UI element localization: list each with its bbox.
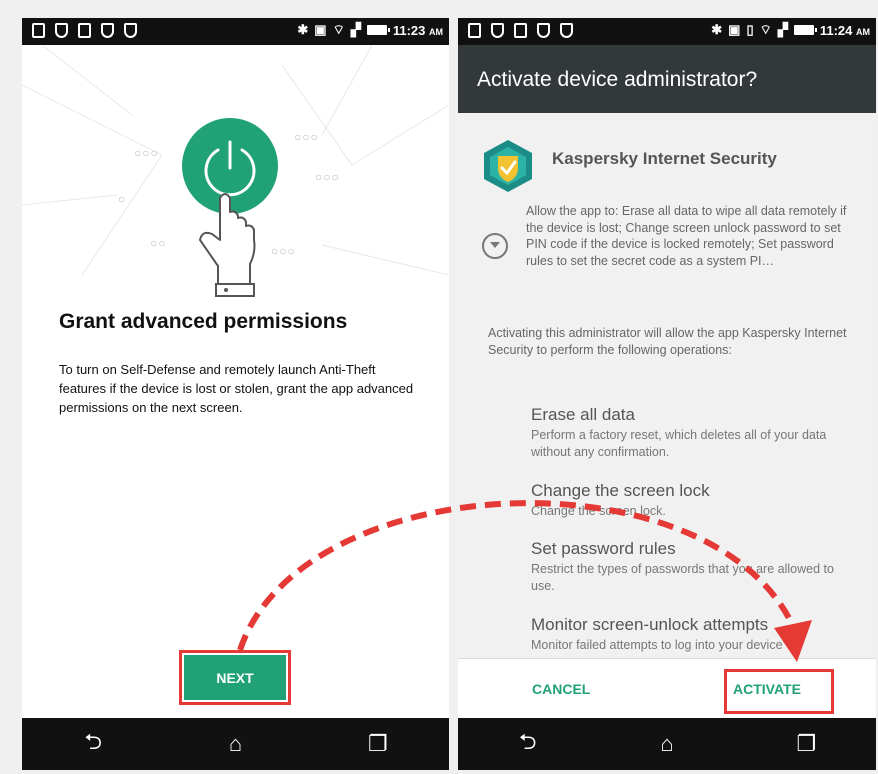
vibrate-icon: ▯ [746,22,754,37]
home-icon[interactable]: ⌂ [205,731,265,757]
nfc-icon: ▣ [728,22,741,37]
back-icon[interactable]: ⮌ [498,725,558,763]
dialog-actions: CANCEL ACTIVATE [458,658,876,719]
decor-dots: ○○○ [315,170,340,184]
operation-title: Erase all data [531,405,635,424]
operation-item: Set password rules Restrict the types of… [531,539,861,595]
expand-icon[interactable] [482,233,508,259]
decor-dots: ○○○ [294,130,319,144]
operation-title: Set password rules [531,539,676,558]
pointing-hand-icon [199,193,256,297]
decor-dots: ○ [118,192,127,206]
shield-check-icon [537,23,550,38]
book-icon [78,23,91,38]
nav-bar: ⮌ ⌂ ❐ [22,718,449,770]
dialog-header: Activate device administrator? [458,45,876,113]
shield-check-icon [101,23,114,38]
activating-description: Activating this administrator will allow… [488,326,847,357]
shield-icon [55,23,68,38]
dialog-body: Kaspersky Internet Security Allow the ap… [458,113,876,658]
phone-screen-left: ✱ ▣ ⌔ ▞ 11:23 AM ○○○ ○○○ ○○○ ○○ ○○○ ○ Gr… [22,18,449,770]
operation-title: Change the screen lock [531,481,710,500]
signal-icon: ▞ [350,22,361,37]
decor-dots: ○○○ [271,244,296,258]
cancel-button[interactable]: CANCEL [532,681,590,697]
wifi-icon: ⌔ [759,22,772,37]
clock: 11:23 AM [392,22,443,38]
operation-item: Erase all data Perform a factory reset, … [531,405,861,461]
decor-dots: ○○ [150,236,167,250]
permissions-description: To turn on Self-Defense and remotely lau… [59,362,414,415]
status-bar: ✱ ▣ ⌔ ▞ 11:23 AM [22,18,449,45]
page-title: Grant advanced permissions [59,310,348,333]
operation-item: Monitor screen-unlock attempts Monitor f… [531,615,861,654]
bluetooth-icon: ✱ [297,22,309,37]
nfc-icon: ▣ [314,22,327,37]
recents-icon[interactable]: ❐ [348,731,408,757]
book-icon [514,23,527,38]
nav-bar: ⮌ ⌂ ❐ [458,718,876,770]
shield-check-icon [560,23,573,38]
dialog-title: Activate device administrator? [477,68,758,91]
decor-dots: ○○○ [134,146,159,160]
shield-icon [491,23,504,38]
signal-icon: ▞ [777,22,788,37]
battery-icon [366,25,390,35]
app-name: Kaspersky Internet Security [552,149,777,168]
operation-desc: Monitor failed attempts to log into your… [531,638,783,652]
next-button[interactable]: NEXT [184,655,286,700]
allow-description: Allow the app to: Erase all data to wipe… [526,204,847,268]
clock: 11:24 AM [819,22,870,38]
status-bar: ✱ ▣ ▯ ⌔ ▞ 11:24 AM [458,18,876,45]
operation-desc: Perform a factory reset, which deletes a… [531,428,827,459]
wifi-icon: ⌔ [332,22,345,37]
operation-title: Monitor screen-unlock attempts [531,615,769,634]
home-icon[interactable]: ⌂ [637,731,697,757]
notification-icon [32,23,45,38]
activate-button[interactable]: ACTIVATE [733,681,801,697]
operation-desc: Restrict the types of passwords that you… [531,562,834,593]
battery-icon [793,25,817,35]
kaspersky-logo-icon [484,140,532,192]
operation-desc: Change the screen lock. [531,504,666,518]
back-icon[interactable]: ⮌ [63,725,123,763]
shield-check-icon [124,23,137,38]
notification-icon [468,23,481,38]
phone-screen-right: ✱ ▣ ▯ ⌔ ▞ 11:24 AM Activate device admin… [458,18,876,770]
operation-item: Change the screen lock Change the screen… [531,481,861,520]
recents-icon[interactable]: ❐ [776,731,836,757]
bluetooth-icon: ✱ [711,22,723,37]
